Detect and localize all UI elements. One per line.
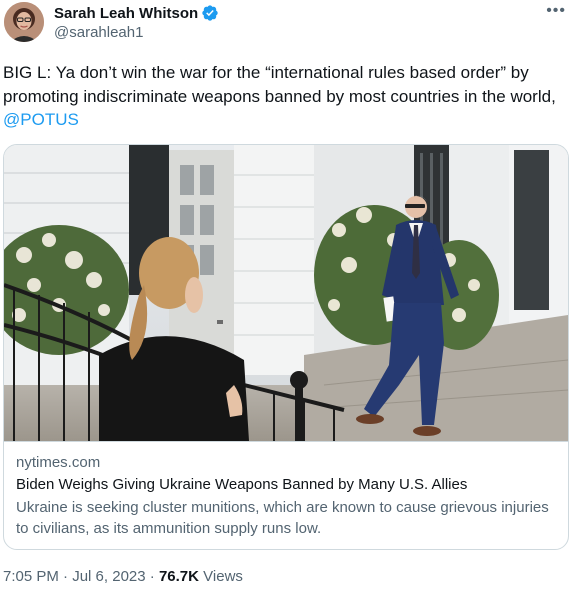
avatar[interactable] [4, 2, 44, 42]
meta-separator: · [63, 568, 69, 585]
tweet-text: BIG L: Ya don’t win the war for the “int… [3, 61, 563, 132]
handle[interactable]: @sarahleah1 [54, 24, 143, 41]
mention-link[interactable]: @POTUS [3, 110, 79, 129]
tweet-date[interactable]: Jul 6, 2023 [72, 568, 145, 585]
tweet-body: BIG L: Ya don’t win the war for the “int… [3, 63, 556, 106]
more-options-icon[interactable]: ••• [546, 2, 566, 20]
views-label: Views [203, 568, 243, 585]
card-info: nytimes.com Biden Weighs Giving Ukraine … [4, 441, 568, 549]
meta-separator: · [149, 568, 155, 585]
views-count[interactable]: 76.7K [159, 568, 199, 585]
card-description: Ukraine is seeking cluster munitions, wh… [16, 499, 549, 537]
verified-badge-icon [201, 4, 219, 22]
name-row: Sarah Leah Whitson [54, 4, 219, 22]
card-title[interactable]: Biden Weighs Giving Ukraine Weapons Bann… [16, 476, 467, 493]
card-image[interactable] [4, 145, 568, 441]
display-name[interactable]: Sarah Leah Whitson [54, 5, 198, 22]
tweet-time[interactable]: 7:05 PM [3, 568, 59, 585]
tweet-meta: 7:05 PM · Jul 6, 2023 · 76.7K Views [3, 568, 243, 585]
tweet-header: Sarah Leah Whitson @sarahleah1 ••• [4, 2, 570, 46]
link-card[interactable]: nytimes.com Biden Weighs Giving Ukraine … [3, 144, 569, 550]
card-domain: nytimes.com [16, 454, 101, 471]
